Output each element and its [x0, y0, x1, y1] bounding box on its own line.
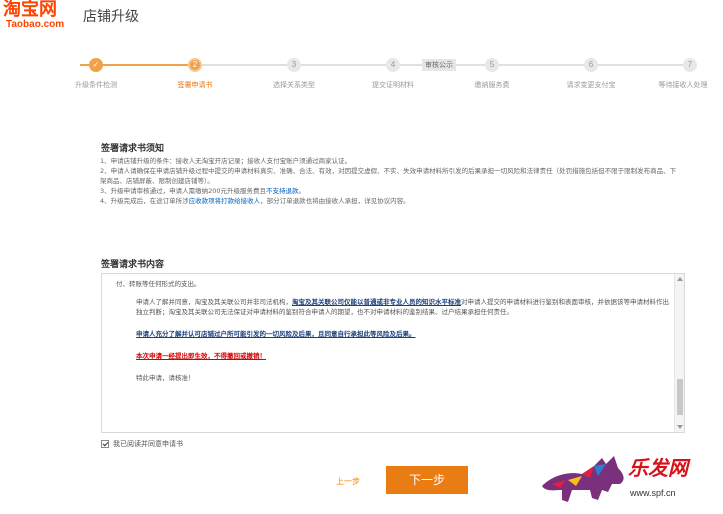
step-6-circle: 6 — [584, 58, 598, 72]
step-1-circle: ✓ — [89, 58, 103, 72]
scroll-up-icon[interactable] — [677, 277, 683, 281]
taobao-logo[interactable]: 淘宝网 Taobao.com — [3, 0, 64, 30]
step-7-label: 等待接收人处理 — [658, 81, 708, 89]
prev-step-link[interactable]: 上一步 — [336, 476, 360, 487]
notice-item-2: 2、申请人请确保在申请店铺升级过程中提交的申请材料真实、准确、合法、有效，对因提… — [100, 167, 677, 185]
agreement-para-1-bold: 淘宝及其关联公司仅能以普通或非专业人员的知识水平标准 — [292, 298, 461, 306]
agreement-para-2: 申请人充分了解并认可店铺过户所可能引发的一切风险及后果，且同意自行承担此等风险及… — [136, 330, 416, 338]
notice-item-4-end: ，部分订单退款也将由接收人承担，详见协议内容。 — [260, 197, 410, 205]
payment-receiver-text: 应收款项将打款给接收人 — [188, 197, 261, 205]
notice-item-3-end: 。 — [298, 187, 306, 195]
watermark-url: www.spf.cn — [630, 488, 676, 498]
notice-item-4-text: 4、升级完成后，在途订单所涉 — [100, 197, 189, 205]
watermark-bull-logo — [542, 456, 624, 502]
notice-item-3: 3、升级申请审核通过，申请人需缴纳200元升级服务费且不支持退款。 — [100, 186, 680, 196]
page-title: 店铺升级 — [83, 9, 139, 25]
agreement-para-1-a: 申请人了解并同意，淘宝及其关联公司并非司法机构， — [136, 298, 292, 306]
agreement-content-box[interactable]: 付、转账等任何形式的支出。 申请人了解并同意，淘宝及其关联公司并非司法机构，淘宝… — [101, 273, 685, 433]
step-2-circle: 2 — [188, 58, 202, 72]
step-5-circle: 5 — [485, 58, 499, 72]
header: 淘宝网 Taobao.com 店铺升级 — [0, 0, 723, 36]
step-2-label: 签署申请书 — [177, 81, 213, 89]
notice-item-3-text: 3、升级申请审核通过，申请人需缴纳200元升级服务费且 — [100, 187, 267, 195]
scroll-down-icon[interactable] — [677, 425, 683, 429]
notice-title: 签署请求书须知 — [101, 144, 165, 154]
progress-steps: ✓ 升级条件检测 2 签署申请书 3 选择关系类型 4 提交证明材料 审核公示 … — [0, 52, 723, 92]
scrollbar-thumb[interactable] — [677, 379, 683, 415]
agreement-text: 付、转账等任何形式的支出。 申请人了解并同意，淘宝及其关联公司并非司法机构，淘宝… — [116, 279, 671, 383]
step-1-label: 升级条件检测 — [75, 81, 117, 89]
logo-cn: 淘宝网 — [3, 0, 57, 20]
no-refund-text: 不支持退款 — [266, 187, 299, 195]
logo-en: Taobao.com — [6, 19, 65, 30]
agreement-line-0: 付、转账等任何形式的支出。 — [116, 280, 201, 288]
content-title: 签署请求书内容 — [101, 260, 165, 270]
step-3-circle: 3 — [287, 58, 301, 72]
step-3-label: 选择关系类型 — [273, 81, 315, 89]
agree-row[interactable]: 我已阅读并同意申请书 — [101, 439, 183, 449]
watermark-text: 乐发网 — [628, 456, 688, 480]
review-tag: 审核公示 — [422, 59, 456, 71]
agree-label: 我已阅读并同意申请书 — [113, 440, 183, 448]
agreement-para-1: 申请人了解并同意，淘宝及其关联公司并非司法机构，淘宝及其关联公司仅能以普通或非专… — [116, 297, 671, 317]
step-7-circle: 7 — [683, 58, 697, 72]
step-6-label: 请求变更支付宝 — [566, 81, 616, 89]
vertical-scrollbar[interactable] — [674, 274, 684, 432]
next-step-button[interactable]: 下一步 — [386, 466, 468, 494]
step-4-circle: 4 — [386, 58, 400, 72]
notice-item-4: 4、升级完成后，在途订单所涉应收款项将打款给接收人，部分订单退款也将由接收人承担… — [100, 196, 680, 206]
agreement-para-3: 本次申请一经提出即生效，不得撤回或撤销！ — [136, 352, 266, 360]
notice-item-1: 1、申请店铺升级的条件：接收人无淘宝开店记录；接收人支付宝账户须通过商家认证。 — [100, 157, 352, 165]
notice-list: 1、申请店铺升级的条件：接收人无淘宝开店记录；接收人支付宝账户须通过商家认证。 … — [100, 156, 680, 206]
agreement-para-4: 特此申请，请核准！ — [136, 374, 195, 382]
step-5-label: 缴纳服务费 — [474, 81, 510, 89]
step-4-label: 提交证明材料 — [372, 81, 414, 89]
agree-checkbox[interactable] — [101, 440, 109, 448]
